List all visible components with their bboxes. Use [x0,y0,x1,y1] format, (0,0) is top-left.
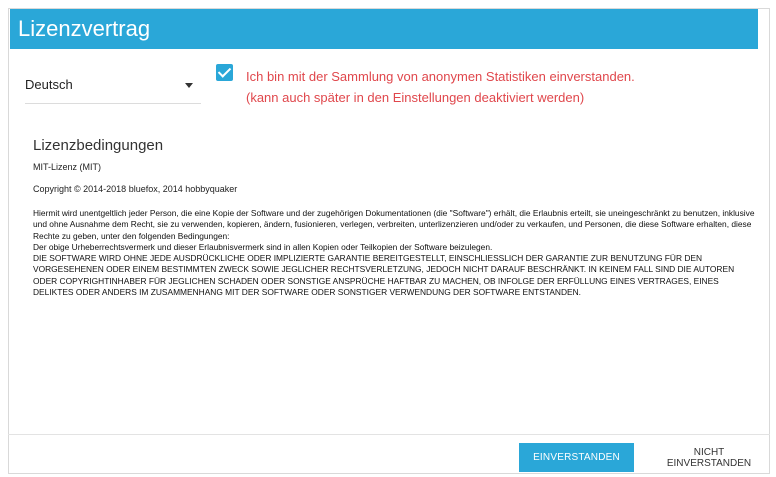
statistics-checkbox[interactable] [216,64,233,81]
copyright-notice: Copyright © 2014-2018 bluefox, 2014 hobb… [33,184,238,194]
license-type: MIT-Lizenz (MIT) [33,162,102,172]
language-select[interactable]: Deutsch [25,70,201,104]
decline-button[interactable]: NICHT EINVERSTANDEN [645,443,773,472]
license-text: Hiermit wird unentgeltlich jeder Person,… [33,208,755,298]
license-paragraph-warranty: DIE SOFTWARE WIRD OHNE JEDE AUSDRÜCKLICH… [33,253,735,298]
chevron-down-icon [185,83,193,88]
statistics-label-line2: (kann auch später in den Einstellungen d… [246,90,585,105]
statistics-label-line1: Ich bin mit der Sammlung von anonymen St… [246,69,635,84]
license-paragraph-notice: Der obige Urheberrechtsvermerk und diese… [33,241,493,252]
agree-button[interactable]: EINVERSTANDEN [519,443,634,472]
footer-divider [8,434,770,435]
statistics-label: Ich bin mit der Sammlung von anonymen St… [246,66,696,108]
language-select-value: Deutsch [25,77,73,92]
license-paragraph-permission: Hiermit wird unentgeltlich jeder Person,… [33,208,755,241]
license-heading: Lizenzbedingungen [33,137,164,154]
dialog-title: Lizenzvertrag [10,9,758,49]
